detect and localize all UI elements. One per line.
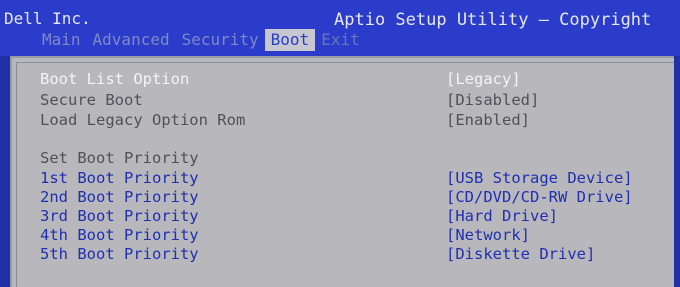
vendor-name: Dell Inc. <box>4 9 91 28</box>
setting-value: [Disabled] <box>446 91 540 109</box>
title-bar: Dell Inc. Aptio Setup Utility – Copyrigh… <box>0 0 680 56</box>
priority-label: 4th Boot Priority <box>40 226 199 244</box>
app-title: Aptio Setup Utility – Copyright <box>334 10 652 30</box>
setting-boot-list-option[interactable]: Boot List Option [Legacy] <box>12 70 676 89</box>
priority-label: 1st Boot Priority <box>40 169 199 187</box>
tab-bar: Main Advanced Security Boot Exit <box>36 29 366 51</box>
setting-secure-boot: Secure Boot [Disabled] <box>12 91 676 110</box>
tab-boot[interactable]: Boot <box>264 29 316 51</box>
tab-exit[interactable]: Exit <box>315 29 366 51</box>
priority-value[interactable]: [Hard Drive] <box>446 207 558 225</box>
tab-advanced[interactable]: Advanced <box>87 29 176 51</box>
boot-priority-2[interactable]: 2nd Boot Priority [CD/DVD/CD-RW Drive] <box>12 188 676 207</box>
tab-main[interactable]: Main <box>36 29 87 51</box>
boot-priority-1[interactable]: 1st Boot Priority [USB Storage Device] <box>12 169 676 188</box>
boot-settings-panel: Boot List Option [Legacy] Secure Boot [D… <box>10 56 674 287</box>
setting-label: Secure Boot <box>40 91 143 109</box>
priority-value[interactable]: [Diskette Drive] <box>446 245 595 263</box>
boot-priority-4[interactable]: 4th Boot Priority [Network] <box>12 226 676 245</box>
priority-label: 5th Boot Priority <box>40 245 199 263</box>
priority-value[interactable]: [CD/DVD/CD-RW Drive] <box>446 188 633 206</box>
boot-priority-5[interactable]: 5th Boot Priority [Diskette Drive] <box>12 245 676 264</box>
priority-value[interactable]: [USB Storage Device] <box>446 169 633 187</box>
priority-section-header: Set Boot Priority <box>12 149 676 168</box>
priority-label: 2nd Boot Priority <box>40 188 199 206</box>
setting-label: Load Legacy Option Rom <box>40 111 246 129</box>
priority-label: 3rd Boot Priority <box>40 207 199 225</box>
tab-security[interactable]: Security <box>176 29 265 51</box>
setting-load-legacy-option-rom: Load Legacy Option Rom [Enabled] <box>12 111 676 130</box>
setting-value[interactable]: [Legacy] <box>446 70 521 88</box>
boot-priority-3[interactable]: 3rd Boot Priority [Hard Drive] <box>12 207 676 226</box>
setting-label: Boot List Option <box>40 70 190 88</box>
setting-value: [Enabled] <box>446 111 530 129</box>
priority-value[interactable]: [Network] <box>446 226 530 244</box>
section-heading: Set Boot Priority <box>40 149 199 167</box>
